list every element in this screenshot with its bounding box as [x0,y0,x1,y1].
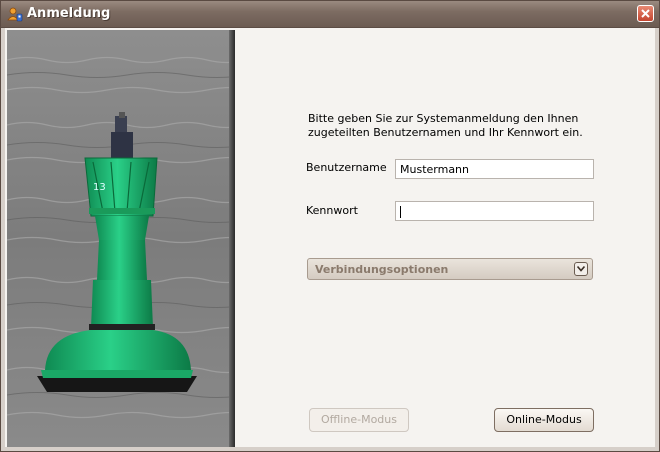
window-body: 13 Bitte geben Sie zur Systemanmeldung d… [1,28,659,451]
password-label: Kennwort [306,204,358,217]
username-input[interactable]: Mustermann [395,159,594,179]
title-bar[interactable]: Anmeldung [1,1,659,28]
password-input[interactable] [395,201,594,221]
username-value: Mustermann [400,163,470,176]
login-panel: 13 Bitte geben Sie zur Systemanmeldung d… [5,28,655,447]
login-instruction: Bitte geben Sie zur Systemanmeldung den … [308,112,583,139]
login-window: Anmeldung 13 Bitte geben Sie zur Systema… [0,0,660,452]
user-key-icon [7,6,23,22]
connection-options-dropdown[interactable]: Verbindungsoptionen [307,258,593,280]
username-label: Benutzername [306,161,387,174]
connection-options-label: Verbindungsoptionen [315,263,449,276]
svg-text:13: 13 [93,182,106,193]
text-caret [400,206,401,218]
close-button[interactable] [637,5,654,22]
photo-divider [229,30,235,447]
offline-mode-button[interactable]: Offline-Modus [309,408,409,432]
close-icon [641,9,650,18]
window-title: Anmeldung [27,6,111,21]
buoy-photo: 13 [7,30,235,447]
online-mode-button[interactable]: Online-Modus [494,408,594,432]
chevron-down-icon[interactable] [574,262,588,276]
